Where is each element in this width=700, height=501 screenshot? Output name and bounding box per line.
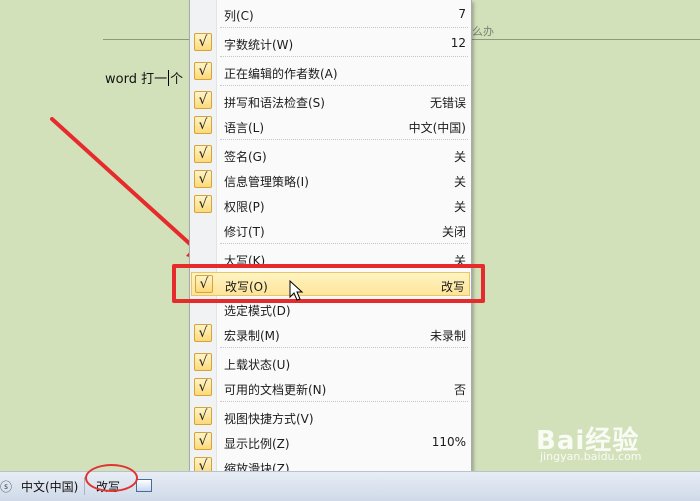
checkmark-icon: √	[194, 378, 212, 396]
menu-item-value: 110%	[431, 435, 466, 449]
menu-item-label: 字数统计(W)	[224, 38, 294, 52]
menu-item[interactable]: √ 显示比例(Z) 110%	[191, 430, 470, 454]
annotation-circle	[85, 464, 138, 492]
menu-item[interactable]: 列(C) 7	[191, 2, 470, 26]
menu-item[interactable]: √ 上载状态(U)	[191, 351, 470, 375]
menu-item-label: 上载状态(U)	[224, 358, 291, 372]
print-layout-icon[interactable]	[136, 479, 152, 492]
checkmark-icon: √	[194, 170, 212, 188]
menu-separator	[220, 243, 468, 244]
menu-item[interactable]: √ 可用的文档更新(N) 否	[191, 376, 470, 400]
menu-item[interactable]: √ 视图快捷方式(V)	[191, 405, 470, 429]
status-bar-context-menu: 列(C) 7 √ 字数统计(W) 12 √ 正在编辑的作者数(A) √ 拼写和语法检查(S) 无错…	[189, 0, 472, 480]
checkmark-icon: √	[194, 145, 212, 163]
spellcheck-icon[interactable]: ⓢ	[0, 478, 12, 495]
menu-item[interactable]: √ 语言(L) 中文(中国)	[191, 114, 470, 138]
menu-item-label: 权限(P)	[224, 200, 265, 214]
menu-item-label: 宏录制(M)	[224, 329, 280, 343]
watermark: Bai经验 jingyan.baidu.com	[536, 420, 642, 463]
menu-item[interactable]: √ 权限(P) 关	[191, 193, 470, 217]
menu-item-label: 视图快捷方式(V)	[224, 412, 314, 426]
checkmark-icon: √	[194, 407, 212, 425]
menu-item[interactable]: 修订(T) 关闭	[191, 218, 470, 242]
checkmark-icon: √	[194, 116, 212, 134]
annotation-highlight-box	[172, 264, 485, 303]
menu-item[interactable]: √ 签名(G) 关	[191, 143, 470, 167]
menu-item-label: 语言(L)	[224, 121, 265, 135]
status-language[interactable]: 中文(中国)	[21, 478, 78, 495]
mouse-pointer-icon	[289, 280, 304, 301]
menu-item-value: 否	[453, 383, 466, 397]
menu-separator	[220, 347, 468, 348]
menu-item-value: 无错误	[429, 96, 466, 110]
menu-item-label: 信息管理策略(I)	[224, 175, 309, 189]
menu-item-value: 7	[458, 7, 466, 21]
checkmark-icon: √	[194, 195, 212, 213]
checkmark-icon: √	[194, 324, 212, 342]
checkmark-icon: √	[194, 353, 212, 371]
checkmark-icon: √	[194, 62, 212, 80]
menu-item[interactable]: √ 拼写和语法检查(S) 无错误	[191, 89, 470, 113]
menu-item[interactable]: √ 正在编辑的作者数(A)	[191, 60, 470, 84]
menu-item-value: 12	[450, 36, 466, 50]
menu-item[interactable]: √ 宏录制(M) 未录制	[191, 322, 470, 346]
menu-separator	[220, 85, 468, 86]
menu-item-label: 正在编辑的作者数(A)	[224, 67, 338, 81]
menu-separator	[220, 27, 468, 28]
menu-item-label: 可用的文档更新(N)	[224, 383, 327, 397]
menu-item[interactable]: √ 字数统计(W) 12	[191, 31, 470, 55]
menu-separator	[220, 139, 468, 140]
menu-item-label: 修订(T)	[224, 225, 265, 239]
menu-item-label: 显示比例(Z)	[224, 437, 290, 451]
menu-item-value: 未录制	[429, 329, 466, 343]
menu-item-value: 中文(中国)	[408, 121, 466, 135]
menu-item-value: 关闭	[441, 225, 466, 239]
menu-separator	[220, 56, 468, 57]
checkmark-icon: √	[194, 91, 212, 109]
menu-item-value: 关	[453, 175, 466, 189]
menu-item-label: 列(C)	[224, 9, 254, 23]
checkmark-icon: √	[194, 432, 212, 450]
menu-item-label: 签名(G)	[224, 150, 267, 164]
checkmark-icon: √	[194, 33, 212, 51]
menu-item[interactable]: √ 信息管理策略(I) 关	[191, 168, 470, 192]
menu-separator	[220, 401, 468, 402]
menu-item-value: 关	[453, 150, 466, 164]
watermark-url: jingyan.baidu.com	[540, 450, 642, 463]
menu-item-label: 选定模式(D)	[224, 304, 291, 318]
menu-item-value: 关	[453, 200, 466, 214]
menu-item-label: 拼写和语法检查(S)	[224, 96, 325, 110]
